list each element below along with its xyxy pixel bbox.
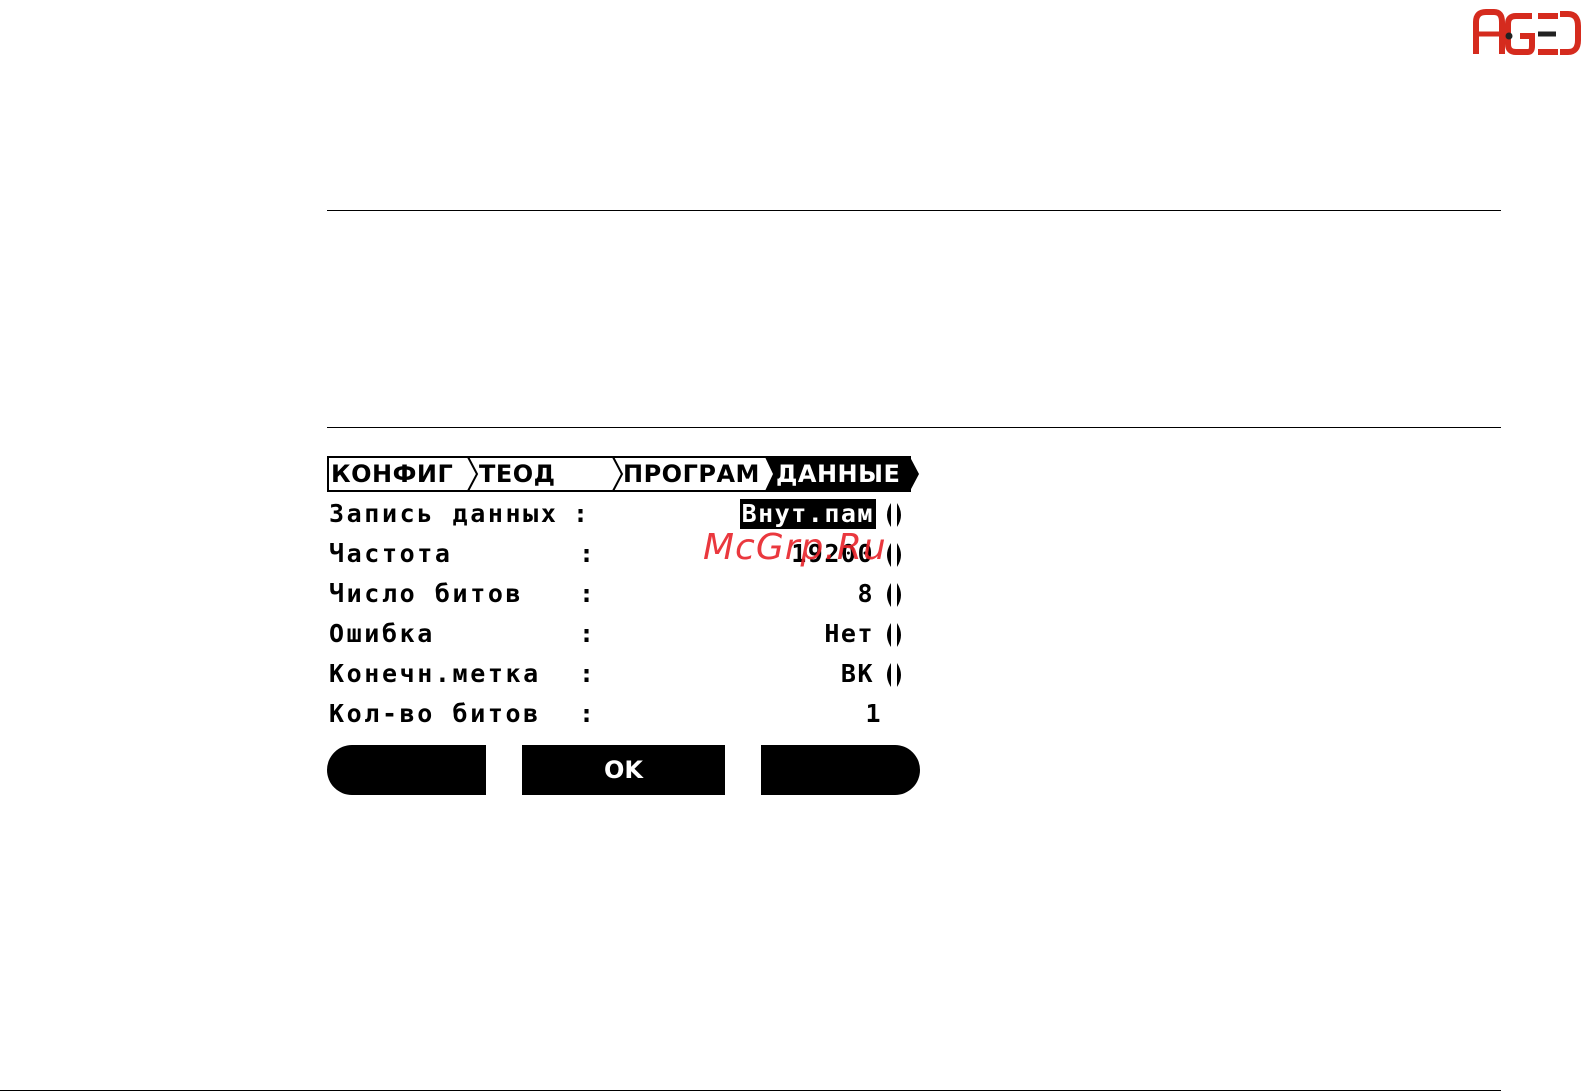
- param-colon: :: [579, 539, 595, 568]
- param-value-selected[interactable]: Внут.пам: [739, 499, 876, 529]
- param-label: Конечн.метка: [329, 659, 541, 688]
- tab-konfig[interactable]: КОНФИГ: [331, 456, 453, 492]
- param-colon: :: [579, 619, 595, 648]
- param-label: Число битов: [329, 579, 524, 608]
- param-row-baud-rate[interactable]: Частота : 19200: [327, 536, 920, 572]
- param-value[interactable]: ВК: [839, 659, 876, 689]
- softkey-left[interactable]: [327, 745, 486, 795]
- param-label: Кол-во битов: [329, 699, 541, 728]
- device-screen: КОНФИГ ТЕОД ПРОГРАМ ДАННЫЕ Запись данных…: [327, 455, 920, 795]
- param-row-parity[interactable]: Ошибка : Нет: [327, 616, 920, 652]
- aged-logo: [1473, 9, 1581, 55]
- param-value[interactable]: 8: [855, 579, 876, 609]
- left-right-arrows-icon[interactable]: [880, 581, 908, 609]
- left-right-arrows-icon[interactable]: [880, 661, 908, 689]
- ok-button[interactable]: OK: [522, 745, 725, 795]
- param-colon: :: [579, 699, 595, 728]
- param-label: Ошибка: [329, 619, 435, 648]
- param-value[interactable]: 19200: [789, 539, 876, 569]
- left-right-arrows-icon[interactable]: [880, 501, 908, 529]
- param-colon: :: [579, 659, 595, 688]
- param-colon: :: [579, 579, 595, 608]
- tab-teod[interactable]: ТЕОД: [479, 456, 556, 492]
- tab-program[interactable]: ПРОГРАМ: [623, 456, 760, 492]
- softkey-right[interactable]: [761, 745, 920, 795]
- param-row-data-bits[interactable]: Число битов : 8: [327, 576, 920, 612]
- param-row-stop-bits: Кол-во битов : 1: [327, 696, 920, 732]
- param-label: Частота: [329, 539, 453, 568]
- left-right-arrows-icon[interactable]: [880, 541, 908, 569]
- param-value[interactable]: Нет: [822, 619, 876, 649]
- left-right-arrows-icon[interactable]: [880, 621, 908, 649]
- tab-strip: КОНФИГ ТЕОД ПРОГРАМ ДАННЫЕ: [327, 456, 920, 492]
- section-divider: [327, 427, 1501, 428]
- param-row-end-mark[interactable]: Конечн.метка : ВК: [327, 656, 920, 692]
- param-value: 1: [865, 699, 882, 728]
- tab-data[interactable]: ДАННЫЕ: [776, 456, 900, 492]
- param-row-data-recording[interactable]: Запись данных : Внут.пам: [327, 496, 920, 532]
- param-colon: :: [573, 499, 589, 528]
- param-label: Запись данных: [329, 499, 559, 528]
- top-divider: [327, 210, 1501, 211]
